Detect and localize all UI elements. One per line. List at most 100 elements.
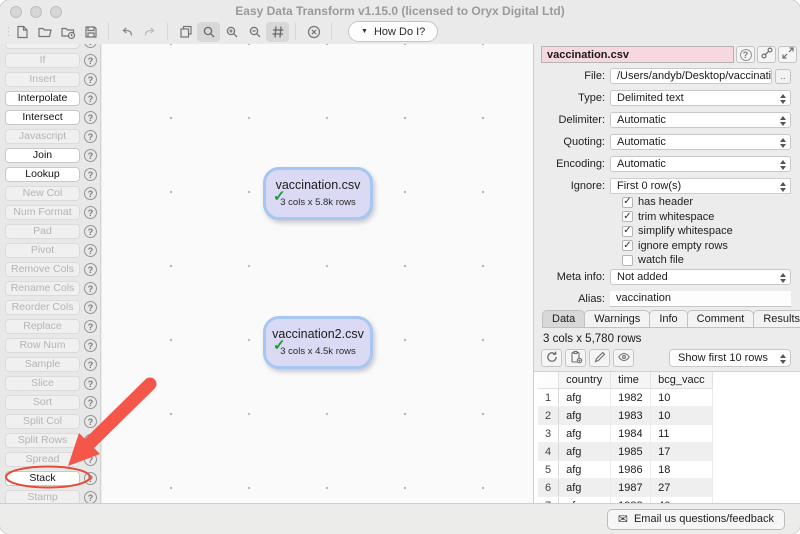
- tab-data[interactable]: Data: [542, 310, 585, 328]
- tab-results[interactable]: Results: [753, 310, 800, 328]
- help-icon[interactable]: ?: [84, 282, 97, 295]
- type-select[interactable]: Delimited text: [610, 90, 791, 106]
- meta-info-select[interactable]: Not added: [610, 269, 791, 285]
- sidebar-item-slice[interactable]: Slice: [5, 376, 80, 391]
- sidebar-item-join[interactable]: Join: [5, 148, 80, 163]
- help-icon[interactable]: ?: [84, 453, 97, 466]
- meta-info-value: Not added: [617, 271, 668, 284]
- encoding-select[interactable]: Automatic: [610, 156, 791, 172]
- help-icon[interactable]: ?: [84, 320, 97, 333]
- help-icon[interactable]: ?: [84, 92, 97, 105]
- help-icon[interactable]: ?: [84, 396, 97, 409]
- ignore-rows-stepper[interactable]: First 0 row(s): [610, 178, 791, 194]
- sidebar-item-stamp[interactable]: Stamp: [5, 490, 80, 503]
- col-header-country[interactable]: country: [559, 372, 611, 389]
- how-do-i-button[interactable]: ▼How Do I?: [348, 21, 438, 42]
- undo-button[interactable]: [115, 22, 138, 42]
- canvas[interactable]: ✓ vaccination.csv 3 cols x 5.8k rows ✓ v…: [102, 44, 533, 503]
- help-icon[interactable]: ?: [84, 187, 97, 200]
- select-arrows-icon: [780, 138, 786, 148]
- col-header-bcg-vacc[interactable]: bcg_vacc: [651, 372, 712, 389]
- help-icon[interactable]: ?: [84, 225, 97, 238]
- col-header-time[interactable]: time: [611, 372, 651, 389]
- help-icon[interactable]: ?: [84, 358, 97, 371]
- connect-button[interactable]: [757, 46, 776, 63]
- sidebar-item-replace[interactable]: Replace: [5, 319, 80, 334]
- sidebar-item-intersect[interactable]: Intersect: [5, 110, 80, 125]
- help-icon[interactable]: ?: [84, 244, 97, 257]
- node-vaccination2-csv[interactable]: ✓ vaccination2.csv 3 cols x 4.5k rows: [263, 316, 373, 369]
- help-icon[interactable]: ?: [84, 73, 97, 86]
- help-icon[interactable]: ?: [84, 206, 97, 219]
- sidebar-item-lookup[interactable]: Lookup: [5, 167, 80, 182]
- zoom-in-button[interactable]: [220, 22, 243, 42]
- help-icon[interactable]: ?: [84, 130, 97, 143]
- save-button[interactable]: [79, 22, 102, 42]
- help-icon[interactable]: ?: [84, 111, 97, 124]
- file-path-input[interactable]: /Users/andyb/Desktop/vaccination.csv: [610, 68, 772, 84]
- sidebar-item-rename-cols[interactable]: Rename Cols: [5, 281, 80, 296]
- help-icon[interactable]: ?: [84, 339, 97, 352]
- quoting-select[interactable]: Automatic: [610, 134, 791, 150]
- cancel-button[interactable]: [302, 22, 325, 42]
- help-icon[interactable]: ?: [84, 301, 97, 314]
- node-vaccination-csv[interactable]: ✓ vaccination.csv 3 cols x 5.8k rows: [263, 167, 373, 220]
- sidebar-item-split-col[interactable]: Split Col: [5, 414, 80, 429]
- copy-button[interactable]: [565, 349, 586, 367]
- toggle-grid-button[interactable]: [266, 22, 289, 42]
- browse-file-button[interactable]: ..: [775, 69, 791, 84]
- help-icon[interactable]: ?: [84, 54, 97, 67]
- new-document-button[interactable]: [10, 22, 33, 42]
- trim-whitespace-checkbox[interactable]: ✓: [622, 211, 633, 222]
- feedback-button[interactable]: ✉ Email us questions/feedback: [607, 509, 785, 530]
- help-icon[interactable]: ?: [84, 44, 97, 48]
- preview-button[interactable]: [613, 349, 634, 367]
- sidebar-item-pad[interactable]: Pad: [5, 224, 80, 239]
- node-name-input[interactable]: vaccination.csv: [541, 46, 734, 63]
- sidebar-item-pivot[interactable]: Pivot: [5, 243, 80, 258]
- sidebar-item-sort[interactable]: Sort: [5, 395, 80, 410]
- sidebar-item-num-format[interactable]: Num Format: [5, 205, 80, 220]
- help-icon[interactable]: ?: [84, 434, 97, 447]
- has-header-checkbox[interactable]: ✓: [622, 197, 633, 208]
- simplify-whitespace-checkbox[interactable]: ✓: [622, 226, 633, 237]
- watch-file-checkbox[interactable]: [622, 255, 633, 266]
- sidebar-item-header[interactable]: Header: [5, 44, 80, 49]
- sidebar-item-stack[interactable]: Stack: [5, 471, 80, 486]
- sidebar-item-insert[interactable]: Insert: [5, 72, 80, 87]
- sidebar-item-split-rows[interactable]: Split Rows: [5, 433, 80, 448]
- expand-button[interactable]: [778, 46, 797, 63]
- ignore-empty-rows-checkbox[interactable]: ✓: [622, 240, 633, 251]
- zoom-out-button[interactable]: [243, 22, 266, 42]
- delimiter-select[interactable]: Automatic: [610, 112, 791, 128]
- duplicate-button[interactable]: [174, 22, 197, 42]
- open-recent-button[interactable]: [56, 22, 79, 42]
- sidebar-item-reorder-cols[interactable]: Reorder Cols: [5, 300, 80, 315]
- sidebar-item-if[interactable]: If: [5, 53, 80, 68]
- tab-comment[interactable]: Comment: [687, 310, 755, 328]
- help-icon[interactable]: ?: [84, 377, 97, 390]
- sidebar-item-interpolate[interactable]: Interpolate: [5, 91, 80, 106]
- open-file-button[interactable]: [33, 22, 56, 42]
- tab-info[interactable]: Info: [649, 310, 687, 328]
- refresh-button[interactable]: [541, 349, 562, 367]
- sidebar-item-new-col[interactable]: New Col: [5, 186, 80, 201]
- help-icon[interactable]: ?: [84, 491, 97, 503]
- help-icon[interactable]: ?: [84, 472, 97, 485]
- sidebar-item-sample[interactable]: Sample: [5, 357, 80, 372]
- zoom-button[interactable]: [197, 22, 220, 42]
- sidebar-item-spread[interactable]: Spread: [5, 452, 80, 467]
- redo-button[interactable]: [138, 22, 161, 42]
- panel-help-button[interactable]: ?: [736, 46, 755, 63]
- help-icon[interactable]: ?: [84, 168, 97, 181]
- edit-button[interactable]: [589, 349, 610, 367]
- help-icon[interactable]: ?: [84, 149, 97, 162]
- help-icon[interactable]: ?: [84, 263, 97, 276]
- sidebar-item-remove-cols[interactable]: Remove Cols: [5, 262, 80, 277]
- tab-warnings[interactable]: Warnings: [584, 310, 650, 328]
- show-rows-select[interactable]: Show first 10 rows: [669, 349, 791, 367]
- sidebar-item-row-num[interactable]: Row Num: [5, 338, 80, 353]
- help-icon[interactable]: ?: [84, 415, 97, 428]
- sidebar-item-javascript[interactable]: Javascript: [5, 129, 80, 144]
- alias-input[interactable]: vaccination: [610, 291, 791, 307]
